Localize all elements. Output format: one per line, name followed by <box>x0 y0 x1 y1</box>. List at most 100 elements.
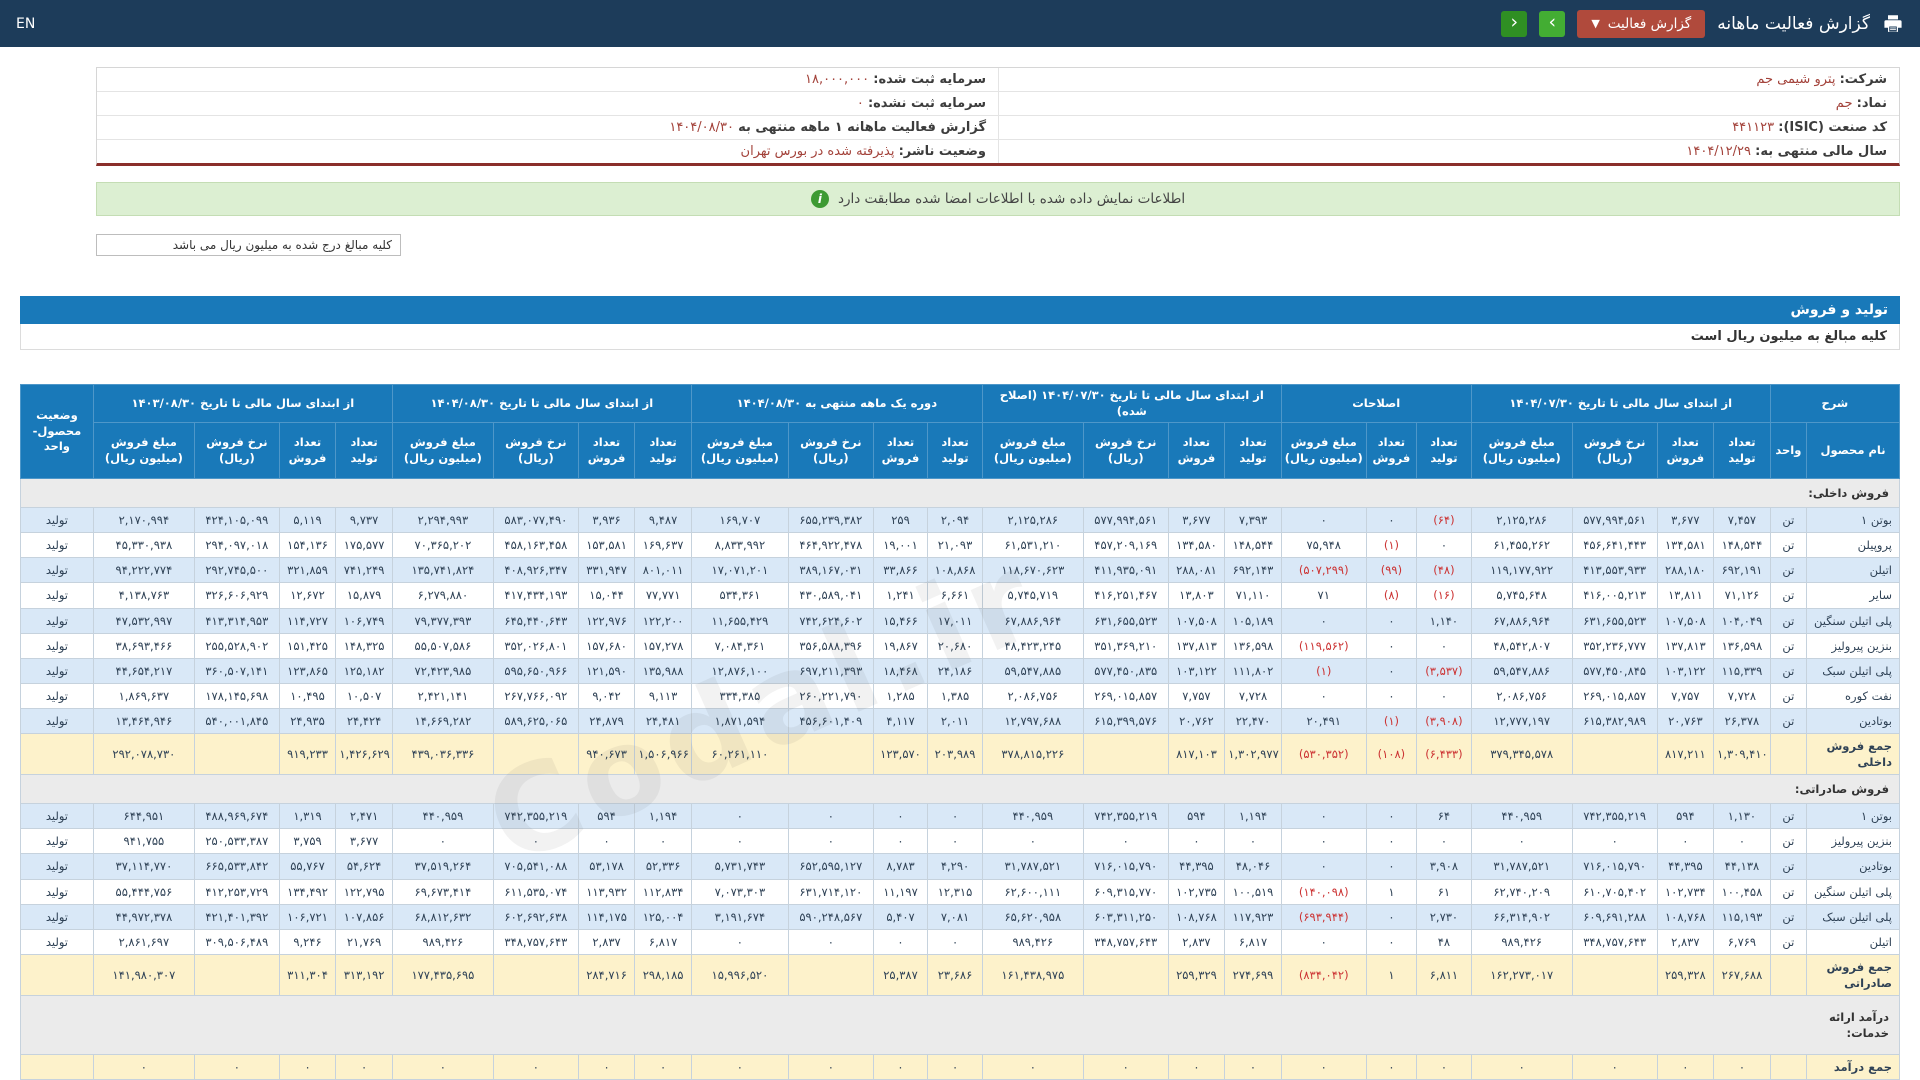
value-cell: (۶,۴۳۳) <box>1417 733 1472 774</box>
col-g5-sales-qty: تعداد فروش <box>578 423 635 479</box>
col-g2-production: تعداد تولید <box>1417 423 1472 479</box>
value-cell: ۶,۸۱۷ <box>635 929 692 954</box>
signed-info-banner: اطلاعات نمایش داده شده با اطلاعات امضا ش… <box>96 182 1900 216</box>
value-cell: ۹۴۰,۶۷۳ <box>578 733 635 774</box>
value-cell: ۱۲۳,۵۷۰ <box>873 733 928 774</box>
section-title-bar: تولید و فروش <box>20 296 1900 324</box>
value-cell: ۳,۹۰۸ <box>1417 854 1472 879</box>
value-cell: ۰ <box>873 1055 928 1080</box>
unregistered-capital-field: سرمایه ثبت نشده: ۰ <box>97 92 998 116</box>
value-cell: ۱۰۸,۷۶۸ <box>1168 904 1225 929</box>
value-cell: ۳۱۱,۳۰۴ <box>279 954 336 995</box>
value-cell: ۵۷۷,۴۵۰,۸۳۵ <box>1083 658 1168 683</box>
value-cell: ۳۳۱,۹۴۷ <box>578 558 635 583</box>
language-switch[interactable]: EN <box>16 16 35 32</box>
value-cell: ۱۰۸,۸۶۸ <box>928 558 983 583</box>
value-cell: ۲۷۴,۶۹۹ <box>1225 954 1282 995</box>
value-cell: ۰ <box>1471 1055 1572 1080</box>
value-cell: ۶۱ <box>1417 879 1472 904</box>
fiscal-year-label: سال مالی منتهی به: <box>1755 144 1887 159</box>
value-cell: ۶۸,۸۱۲,۶۳۲ <box>392 904 493 929</box>
value-cell: ۴۲۴,۱۰۵,۰۹۹ <box>194 508 279 533</box>
unit-cell: تن <box>1770 804 1806 829</box>
status-cell: تولید <box>21 633 94 658</box>
status-cell: تولید <box>21 829 94 854</box>
value-cell: ۰ <box>1572 829 1657 854</box>
value-cell: (۸) <box>1366 583 1417 608</box>
value-cell: ۴۱۶,۲۵۱,۴۶۷ <box>1083 583 1168 608</box>
value-cell: ۴,۲۹۰ <box>928 854 983 879</box>
section-header-row: فروش صادراتی: <box>21 775 1900 804</box>
value-cell: ۵۹,۵۴۷,۸۸۶ <box>1471 658 1572 683</box>
value-cell: ۲۸۸,۱۸۰ <box>1657 558 1714 583</box>
value-cell: ۹,۲۴۶ <box>279 929 336 954</box>
value-cell: ۸۱۷,۲۱۱ <box>1657 733 1714 774</box>
value-cell: ۵,۴۰۷ <box>873 904 928 929</box>
value-cell: ۲۲,۴۷۰ <box>1225 708 1282 733</box>
banner-text: اطلاعات نمایش داده شده با اطلاعات امضا ش… <box>838 191 1185 207</box>
printer-icon[interactable] <box>1882 14 1904 34</box>
symbol-value: جم <box>1836 96 1853 111</box>
amounts-note-box: کلیه مبالغ درج شده به میلیون ریال می باش… <box>96 234 401 256</box>
unit-cell: تن <box>1770 708 1806 733</box>
value-cell: ۰ <box>578 1055 635 1080</box>
value-cell <box>194 954 279 995</box>
symbol-field: نماد: جم <box>998 92 1899 116</box>
value-cell: ۱۰۸,۷۶۸ <box>1657 904 1714 929</box>
value-cell: ۰ <box>1417 633 1472 658</box>
value-cell: ۹۴,۲۲۲,۷۷۴ <box>93 558 194 583</box>
value-cell: ۰ <box>873 929 928 954</box>
value-cell: ۲,۴۲۱,۱۴۱ <box>392 683 493 708</box>
value-cell: ۰ <box>93 1055 194 1080</box>
next-report-button[interactable]: › <box>1539 11 1565 37</box>
value-cell: ۲۶۹,۰۱۵,۸۵۷ <box>1572 683 1657 708</box>
value-cell: ۶۶۵,۵۳۳,۸۴۲ <box>194 854 279 879</box>
value-cell <box>1083 733 1168 774</box>
value-cell: (۱) <box>1281 658 1366 683</box>
report-period-value: ۱۴۰۴/۰۸/۳۰ <box>669 120 734 135</box>
value-cell: (۶۴) <box>1417 508 1472 533</box>
value-cell: ۶,۷۶۹ <box>1714 929 1771 954</box>
product-row: بوتن ۱تن۱,۱۳۰۵۹۴۷۴۲,۳۵۵,۲۱۹۴۴۰,۹۵۹۶۴۰۰۱,… <box>21 804 1900 829</box>
value-cell: ۴,۱۱۷ <box>873 708 928 733</box>
value-cell: ۲۰,۴۹۱ <box>1281 708 1366 733</box>
value-cell: ۲,۰۸۶,۷۵۶ <box>982 683 1083 708</box>
value-cell: ۶۴۵,۴۴۰,۶۴۳ <box>493 608 578 633</box>
value-cell: ۵۹۰,۲۴۸,۵۶۷ <box>788 904 873 929</box>
value-cell: ۵۵,۵۰۷,۵۸۶ <box>392 633 493 658</box>
value-cell <box>493 733 578 774</box>
value-cell: ۷۱۶,۰۱۵,۷۹۰ <box>1572 854 1657 879</box>
value-cell: ۱۱۸,۶۷۰,۶۲۳ <box>982 558 1083 583</box>
col-product-unit-status: وضعیت محصول-واحد <box>21 385 94 479</box>
value-cell: ۰ <box>691 804 788 829</box>
value-cell: ۰ <box>1714 1055 1771 1080</box>
value-cell: ۰ <box>788 929 873 954</box>
value-cell: ۰ <box>1572 1055 1657 1080</box>
value-cell: (۱۴۰,۰۹۸) <box>1281 879 1366 904</box>
section-header-cell: درآمد ارائه خدمات: <box>21 996 1900 1055</box>
value-cell: ۰ <box>1366 683 1417 708</box>
value-cell: ۱۳۵,۹۸۸ <box>635 658 692 683</box>
value-cell: ۳۵۶,۵۸۸,۳۹۶ <box>788 633 873 658</box>
value-cell: ۴۸ <box>1417 929 1472 954</box>
value-cell: ۲۵۰,۵۳۳,۳۸۷ <box>194 829 279 854</box>
status-cell: تولید <box>21 804 94 829</box>
col-product-name: نام محصول <box>1807 423 1900 479</box>
product-row: پلی اتیلن سنگینتن۱۰۴,۰۴۹۱۰۷,۵۰۸۶۳۱,۶۵۵,۵… <box>21 608 1900 633</box>
value-cell: ۴۵۸,۱۶۳,۴۵۸ <box>493 533 578 558</box>
value-cell: ۶۰۳,۳۱۱,۲۵۰ <box>1083 904 1168 929</box>
value-cell: ۲,۰۹۴ <box>928 508 983 533</box>
product-row: پلی اتیلن سبکتن۱۱۵,۱۹۳۱۰۸,۷۶۸۶۰۹,۶۹۱,۲۸۸… <box>21 904 1900 929</box>
value-cell: ۰ <box>1281 854 1366 879</box>
value-cell: ۹,۷۳۷ <box>336 508 393 533</box>
value-cell: ۱۲۳,۸۶۵ <box>279 658 336 683</box>
value-cell: ۴۱۱,۹۳۵,۰۹۱ <box>1083 558 1168 583</box>
unit-cell: تن <box>1770 633 1806 658</box>
value-cell: ۱۵۷,۲۷۸ <box>635 633 692 658</box>
prev-report-button[interactable]: ‹ <box>1501 11 1527 37</box>
value-cell: ۶۰۹,۶۹۱,۲۸۸ <box>1572 904 1657 929</box>
value-cell: ۷۴۲,۶۲۴,۶۰۲ <box>788 608 873 633</box>
unit-cell: تن <box>1770 583 1806 608</box>
report-type-dropdown[interactable]: گزارش فعالیت ▼ <box>1577 10 1705 38</box>
product-name-cell: پلی اتیلن سبک <box>1807 658 1900 683</box>
